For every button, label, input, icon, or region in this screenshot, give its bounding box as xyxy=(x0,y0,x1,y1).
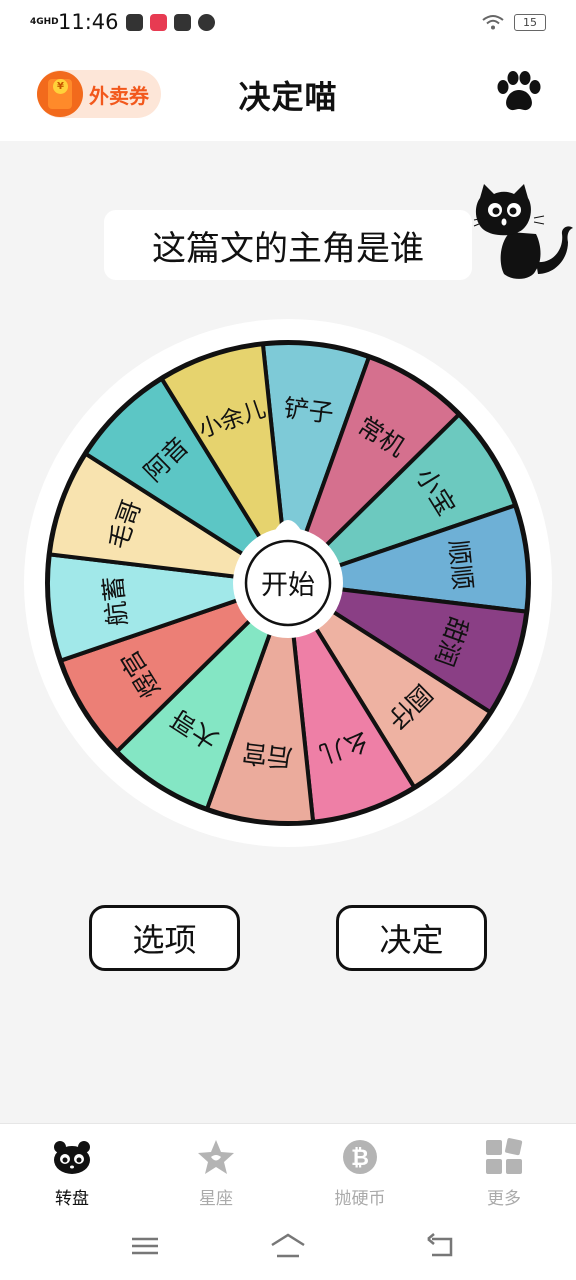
star-icon xyxy=(198,1140,234,1174)
svg-text:₿: ₿ xyxy=(351,1146,369,1171)
status-bar: 4GHD 11:46 15 xyxy=(0,0,576,44)
black-cat-icon xyxy=(473,184,573,279)
wheel-segment-label: 铲子 xyxy=(282,393,335,428)
nav-label: 更多 xyxy=(487,1189,521,1209)
nav-label: 抛硬币 xyxy=(334,1189,386,1209)
battery-indicator: 15 xyxy=(514,13,546,31)
bottom-nav: 转盘 星座 ₿ 抛硬币 更多 xyxy=(0,1123,576,1213)
cat-face-icon xyxy=(54,1141,90,1174)
wheel-segment-label: 后宫 xyxy=(241,738,294,773)
notification-app-icon xyxy=(197,13,215,31)
back-icon[interactable] xyxy=(424,1231,456,1261)
grid-icon xyxy=(486,1138,523,1174)
start-button-label: 开始 xyxy=(261,570,315,601)
wheel-segment-label: 顺顺 xyxy=(444,538,478,591)
notification-app-icon xyxy=(125,13,143,31)
system-nav-bar xyxy=(0,1213,576,1280)
options-button[interactable]: 选项 xyxy=(89,905,240,971)
page-title: 决定喵 xyxy=(238,78,338,116)
home-icon[interactable] xyxy=(269,1231,307,1261)
question-text: 这篇文的主角是谁 xyxy=(104,210,472,280)
notification-app-icon xyxy=(149,13,167,31)
bitcoin-icon: ₿ xyxy=(343,1140,377,1174)
header: 外卖券 决定喵 xyxy=(0,44,576,141)
wifi-icon xyxy=(482,15,504,30)
nav-item-wheel[interactable]: 转盘 xyxy=(17,1138,127,1209)
wheel-segment-label: 航蓄 xyxy=(98,575,132,628)
nav-label: 转盘 xyxy=(55,1189,89,1209)
paw-icon[interactable] xyxy=(494,70,544,114)
notification-app-icon xyxy=(173,13,191,31)
nav-item-coin-flip[interactable]: ₿ 抛硬币 xyxy=(305,1138,415,1209)
nav-item-more[interactable]: 更多 xyxy=(449,1138,559,1209)
status-time: 11:46 xyxy=(58,10,119,34)
nav-item-constellation[interactable]: 星座 xyxy=(161,1138,271,1209)
decide-button[interactable]: 决定 xyxy=(336,905,487,971)
network-indicator: 4GHD xyxy=(30,16,59,27)
menu-icon[interactable] xyxy=(129,1231,161,1261)
nav-label: 星座 xyxy=(199,1189,233,1209)
